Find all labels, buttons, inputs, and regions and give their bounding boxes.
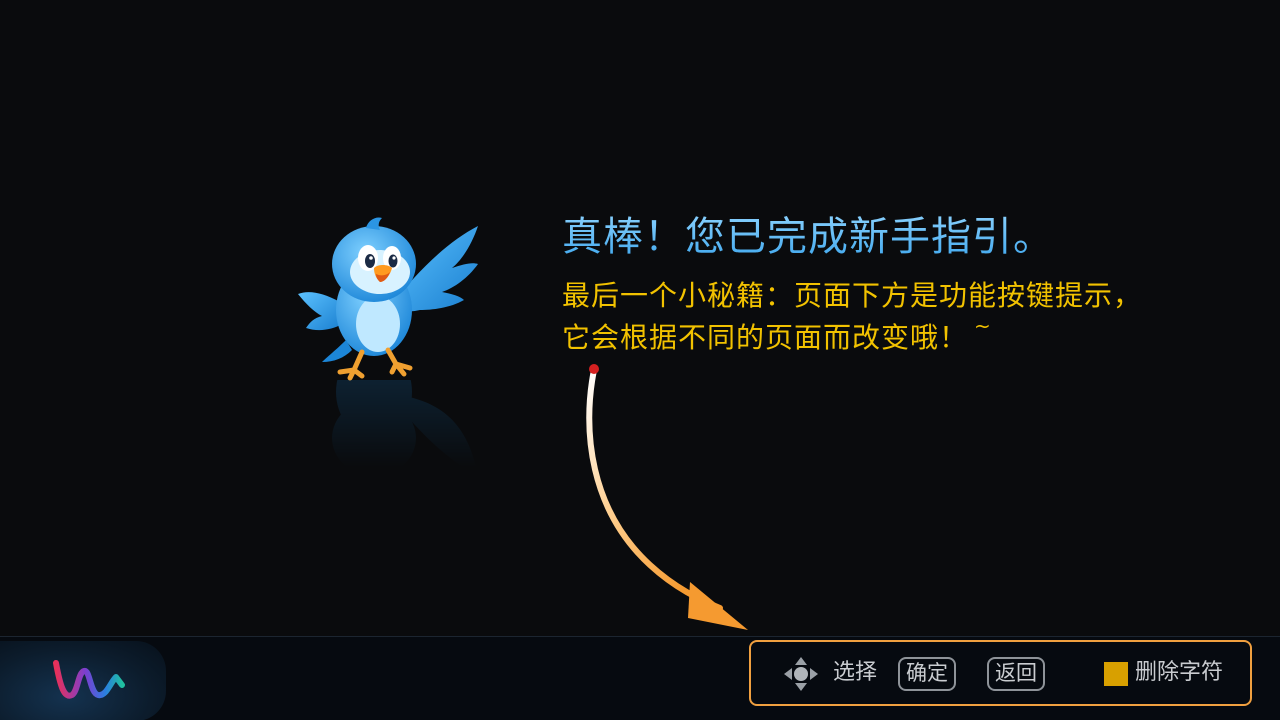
hint-select-label: 选择 [833, 660, 878, 685]
guide-tip-line-1: 最后一个小秘籍：页面下方是功能按键提示， [562, 279, 1143, 312]
delete-char-hint[interactable]: 删除字符 [1135, 658, 1223, 688]
ok-key-hint[interactable]: 确定 [898, 657, 956, 691]
guide-stage: 真棒！您已完成新手指引。 最后一个小秘籍：页面下方是功能按键提示， 它会根据不同… [0, 0, 1280, 636]
brand-logo [0, 641, 166, 720]
key-hint-panel: 选择 确定 返回 删除字符 [749, 640, 1252, 706]
bottom-hint-bar: 选择 确定 返回 删除字符 [0, 636, 1280, 720]
tip-tilde: ~ [974, 314, 992, 338]
guide-tip-line-2: 它会根据不同的页面而改变哦！ ~ [562, 314, 991, 360]
bird-mascot-icon [298, 217, 478, 381]
curved-arrow-icon [586, 364, 748, 630]
brand-logo-icon [53, 660, 125, 699]
bird-reflection [292, 380, 482, 490]
back-key-hint[interactable]: 返回 [987, 657, 1045, 691]
guide-headline: 真棒！您已完成新手指引。 [562, 210, 1054, 264]
dpad-icon [784, 657, 818, 691]
guide-tip-line-2-text: 它会根据不同的页面而改变哦！ [562, 321, 969, 354]
yellow-key-icon [1104, 662, 1128, 686]
